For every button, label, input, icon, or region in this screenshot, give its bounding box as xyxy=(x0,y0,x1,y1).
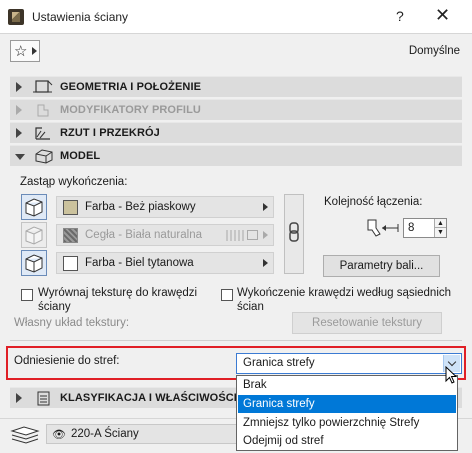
section-label: MODEL xyxy=(60,150,101,162)
geometry-icon xyxy=(33,80,53,93)
zone-reference-label: Odniesienie do stref: xyxy=(14,355,120,367)
zone-option[interactable]: Brak xyxy=(238,376,456,394)
section-model[interactable]: MODEL xyxy=(10,145,462,166)
surface-edge-icon xyxy=(25,226,43,245)
section-label: GEOMETRIA I POŁOŻENIE xyxy=(60,81,202,93)
material-name: Cegła - Biała naturalna xyxy=(85,229,202,241)
join-order-stepper[interactable]: 8 ▲ ▼ xyxy=(403,218,447,238)
stepper-down-icon[interactable]: ▼ xyxy=(434,228,446,237)
surface-side-b-button[interactable] xyxy=(21,250,47,276)
material-swatch xyxy=(63,228,78,243)
zone-option[interactable]: Zmniejsz tylko powierzchnię Strefy xyxy=(238,414,456,432)
join-order-icon xyxy=(367,219,399,237)
chevron-right-icon xyxy=(16,82,22,92)
help-button[interactable]: ? xyxy=(396,8,404,24)
material-swatch xyxy=(63,256,78,271)
favorites-button[interactable]: ☆ xyxy=(10,40,40,62)
chevron-right-icon xyxy=(263,259,268,267)
layer-select[interactable]: 👁 220-A Ściany xyxy=(46,424,241,444)
reset-texture-button: Resetowanie tekstury xyxy=(292,312,442,334)
stepper-up-icon[interactable]: ▲ xyxy=(434,219,446,228)
edge-finish-label: Wykończenie krawędzi według sąsiednich ś… xyxy=(237,287,452,313)
section-label: MODYFIKATORY PROFILU xyxy=(60,104,201,116)
material-name: Farba - Beż piaskowy xyxy=(85,201,196,213)
material-picker-side-a[interactable]: Farba - Beż piaskowy xyxy=(56,196,274,218)
default-settings-label: Domyślne xyxy=(408,45,460,57)
chevron-right-icon xyxy=(263,203,268,211)
profile-icon xyxy=(37,104,49,117)
chevron-right-icon xyxy=(32,47,37,55)
surface-a-icon xyxy=(25,198,43,217)
surface-edge-button xyxy=(21,222,47,248)
section-label: RZUT I PRZEKRÓJ xyxy=(60,127,160,139)
classification-icon xyxy=(37,391,50,406)
layer-name: 220-A Ściany xyxy=(71,428,139,440)
eye-icon: 👁 xyxy=(52,429,66,441)
override-finishes-label: Zastąp wykończenia: xyxy=(20,176,128,188)
log-params-button[interactable]: Parametry bali... xyxy=(323,255,440,277)
chevron-right-icon xyxy=(16,128,22,138)
surface-side-a-button[interactable] xyxy=(21,194,47,220)
chain-link-icon xyxy=(289,222,299,242)
model-icon xyxy=(35,149,53,164)
material-picker-edge: Cegła - Biała naturalna xyxy=(56,224,274,246)
join-order-value: 8 xyxy=(408,222,415,234)
zone-option[interactable]: Odejmij od stref xyxy=(238,432,456,450)
chevron-right-icon xyxy=(16,393,22,403)
zone-reference-dropdown[interactable]: Brak Granica strefy Zmniejsz tylko powie… xyxy=(236,375,458,451)
section-profile-modifiers: MODYFIKATORY PROFILU xyxy=(10,99,462,120)
surface-b-icon xyxy=(25,254,43,273)
align-texture-checkbox[interactable] xyxy=(21,289,33,301)
section-floor-plan[interactable]: RZUT I PRZEKRÓJ xyxy=(10,122,462,143)
align-texture-label: Wyrównaj teksturę do krawędzi ściany xyxy=(38,287,198,313)
material-name: Farba - Biel tytanowa xyxy=(85,257,194,269)
chevron-down-icon xyxy=(15,154,25,160)
mouse-cursor-icon xyxy=(445,366,458,384)
chevron-right-icon xyxy=(263,231,268,239)
close-button[interactable]: ✕ xyxy=(435,5,450,26)
star-icon: ☆ xyxy=(14,43,28,60)
layers-icon xyxy=(10,426,40,444)
link-materials-button[interactable] xyxy=(284,194,304,274)
join-order-label: Kolejność łączenia: xyxy=(324,196,423,208)
window-title: Ustawienia ściany xyxy=(32,10,129,24)
zone-reference-select[interactable]: Granica strefy xyxy=(236,353,462,374)
material-picker-side-b[interactable]: Farba - Biel tytanowa xyxy=(56,252,274,274)
floor-plan-icon xyxy=(35,127,50,140)
section-label: KLASYFIKACJA I WŁAŚCIWOŚCI xyxy=(60,392,237,404)
custom-texture-label: Własny układ tekstury: xyxy=(14,317,130,329)
app-icon xyxy=(8,9,24,25)
chevron-right-icon xyxy=(16,105,22,115)
image-icon xyxy=(247,230,258,240)
edge-finish-checkbox[interactable] xyxy=(221,289,233,301)
texture-preview-icon xyxy=(226,230,244,241)
section-geometry[interactable]: GEOMETRIA I POŁOŻENIE xyxy=(10,76,462,97)
divider xyxy=(10,340,462,341)
zone-selected-value: Granica strefy xyxy=(243,357,315,369)
material-swatch xyxy=(63,200,78,215)
zone-option-selected[interactable]: Granica strefy xyxy=(238,395,456,413)
